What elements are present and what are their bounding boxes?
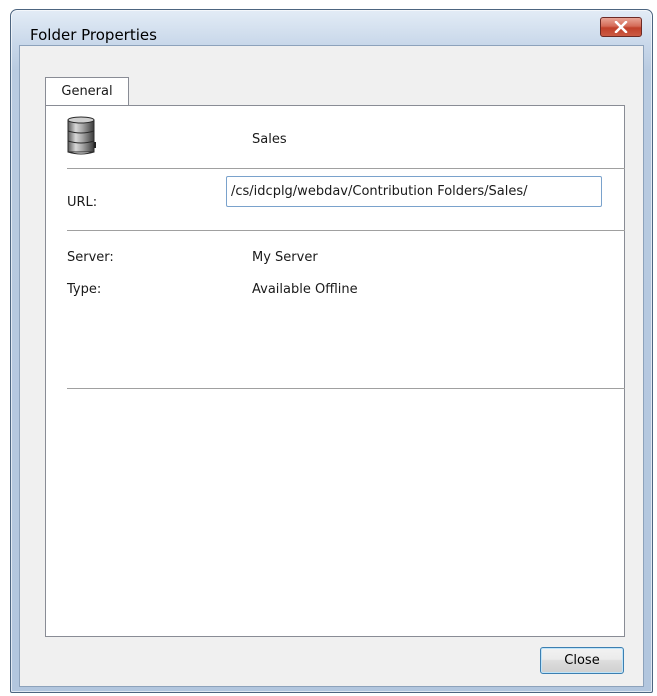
server-value: My Server	[252, 250, 318, 265]
server-label: Server:	[67, 250, 114, 265]
close-icon[interactable]	[600, 17, 642, 37]
type-value: Available Offline	[252, 282, 358, 297]
database-icon	[67, 116, 96, 155]
divider	[67, 168, 625, 169]
url-field[interactable]	[226, 176, 602, 207]
dialog-client-area: General Sales URL: Server: My Server Typ…	[19, 45, 644, 687]
folder-properties-dialog: Folder Properties General Sales URL: Ser…	[10, 9, 653, 693]
tab-general-label: General	[61, 84, 113, 99]
close-x-glyph	[614, 21, 628, 33]
close-button[interactable]: Close	[540, 647, 624, 674]
folder-name: Sales	[252, 132, 287, 147]
url-label: URL:	[67, 195, 98, 210]
divider	[67, 388, 625, 389]
tab-general[interactable]: General	[45, 77, 129, 105]
type-label: Type:	[67, 282, 102, 297]
close-button-label: Close	[564, 653, 600, 668]
dialog-title: Folder Properties	[30, 26, 157, 44]
divider	[67, 230, 625, 231]
